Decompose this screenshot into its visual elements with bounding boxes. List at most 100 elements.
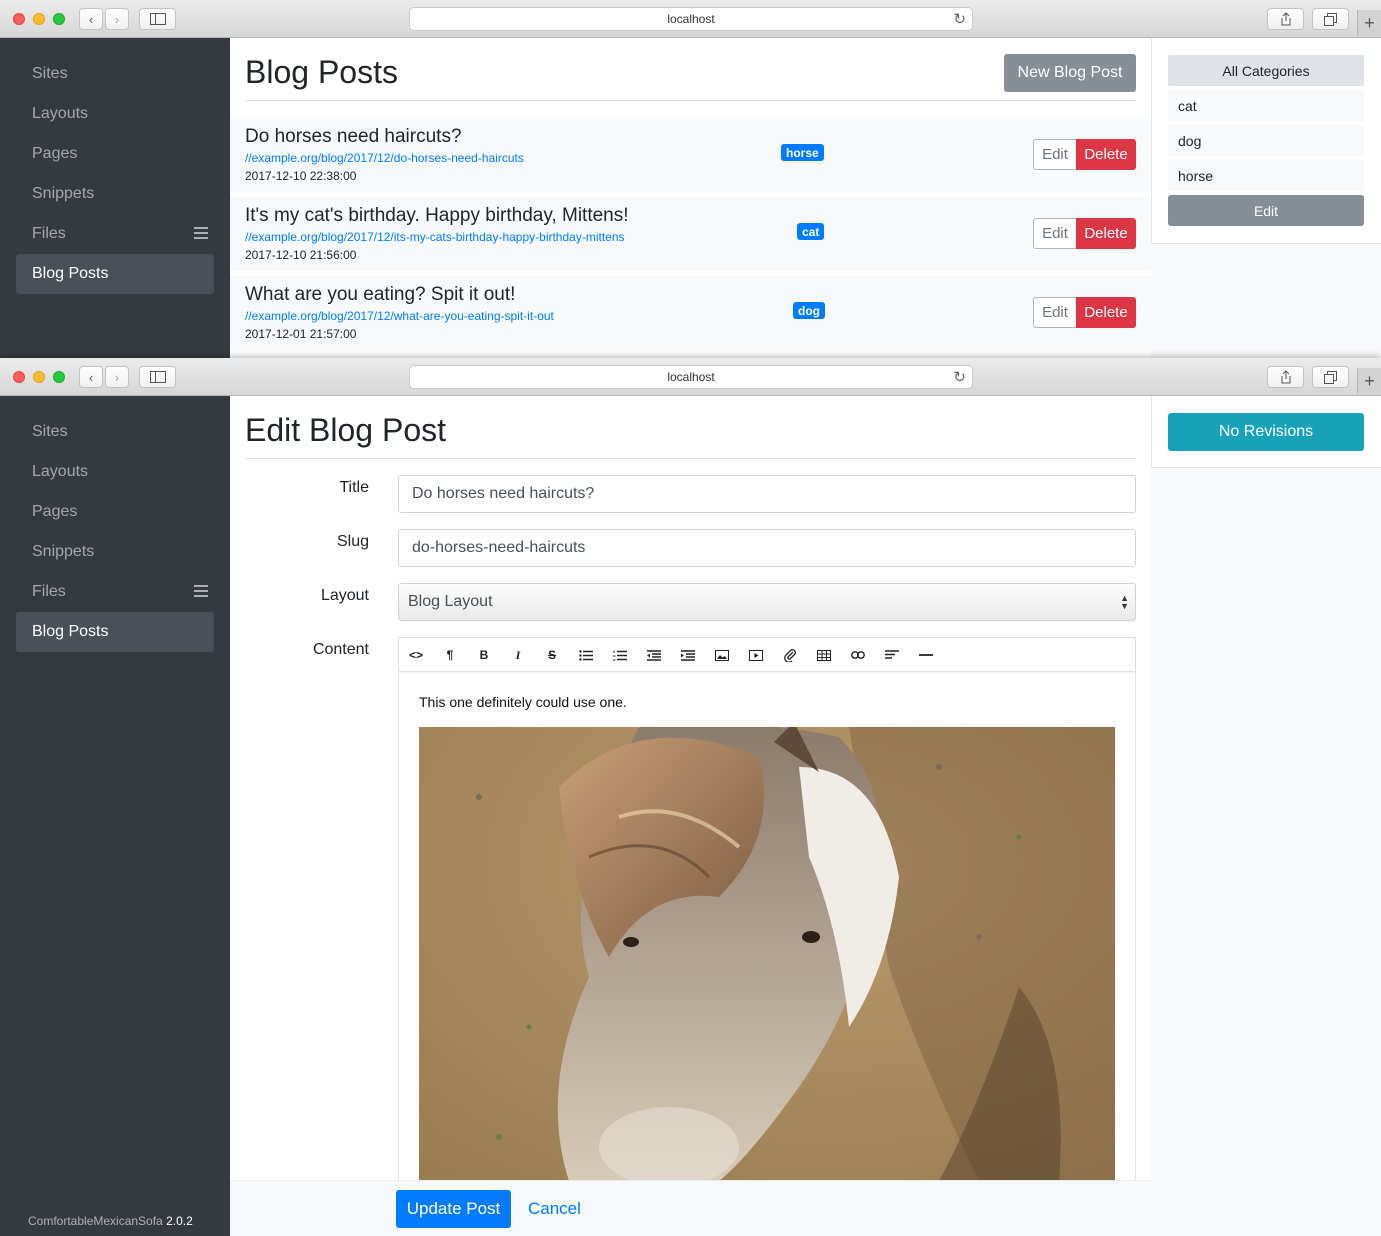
sidebar-toggle-button[interactable]	[139, 8, 176, 30]
sidebar-item-sites[interactable]: Sites	[16, 54, 214, 94]
ordered-list-icon[interactable]	[611, 646, 629, 664]
strikethrough-icon[interactable]: S	[543, 646, 561, 664]
address-bar[interactable]: localhost ↻	[409, 7, 973, 31]
sidebar-item-snippets[interactable]: Snippets	[16, 532, 214, 572]
sidebar-item-files[interactable]: Files	[16, 572, 214, 612]
new-tab-button[interactable]: +	[1357, 368, 1381, 394]
share-button[interactable]	[1267, 8, 1304, 30]
tabs-overview-button[interactable]	[1312, 8, 1349, 30]
sidebar-item-snippets[interactable]: Snippets	[16, 174, 214, 214]
title-input[interactable]: Do horses need haircuts?	[398, 475, 1136, 513]
sidebar-item-layouts[interactable]: Layouts	[16, 94, 214, 134]
new-blog-post-button[interactable]: New Blog Post	[1004, 54, 1136, 92]
sidebar-icon	[149, 371, 166, 383]
sidebar-item-label: Blog Posts	[32, 265, 109, 282]
sidebar-item-label: Files	[32, 583, 66, 600]
sidebar-item-blog-posts[interactable]: Blog Posts	[16, 612, 214, 652]
unordered-list-icon[interactable]	[577, 646, 595, 664]
post-url-link[interactable]: //example.org/blog/2017/12/what-are-you-…	[245, 309, 554, 323]
video-icon[interactable]	[747, 646, 765, 664]
app-version: 2.0.2	[166, 1214, 193, 1228]
sidebar-item-pages[interactable]: Pages	[16, 134, 214, 174]
sidebar-item-label: Pages	[32, 145, 78, 162]
revisions-box: No Revisions	[1151, 396, 1381, 468]
zoom-window-button[interactable]	[53, 371, 65, 383]
indent-icon[interactable]	[679, 646, 697, 664]
reload-icon[interactable]: ↻	[953, 10, 966, 28]
tabs-overview-button[interactable]	[1312, 366, 1349, 388]
zoom-window-button[interactable]	[53, 13, 65, 25]
divider	[245, 100, 1136, 101]
browser-toolbar: ‹ › localhost ↻ +	[0, 358, 1381, 396]
edit-button[interactable]: Edit	[1033, 218, 1076, 249]
image-icon[interactable]	[713, 646, 731, 664]
new-tab-button[interactable]: +	[1357, 10, 1381, 36]
delete-button[interactable]: Delete	[1076, 297, 1136, 328]
outdent-icon[interactable]	[645, 646, 663, 664]
file-link-icon[interactable]	[781, 646, 799, 664]
share-icon	[1281, 370, 1290, 384]
cancel-link[interactable]: Cancel	[528, 1199, 581, 1219]
sidebar-item-pages[interactable]: Pages	[16, 492, 214, 532]
chevron-left-icon: ‹	[88, 11, 94, 27]
post-url-link[interactable]: //example.org/blog/2017/12/its-my-cats-b…	[245, 230, 625, 244]
bold-icon[interactable]: B	[475, 646, 493, 664]
link-icon[interactable]	[849, 646, 867, 664]
table-icon[interactable]	[815, 646, 833, 664]
main-content: Edit Blog Post Title Do horses need hair…	[230, 396, 1151, 1236]
back-button[interactable]: ‹	[79, 366, 103, 388]
chevron-right-icon: ›	[114, 369, 120, 385]
horizontal-rule-icon[interactable]	[917, 646, 935, 664]
category-item-cat[interactable]: cat	[1168, 90, 1364, 121]
content-label: Content	[312, 641, 369, 658]
slug-input[interactable]: do-horses-need-haircuts	[398, 529, 1136, 567]
sidebar-item-files[interactable]: Files	[16, 214, 214, 254]
update-post-button[interactable]: Update Post	[396, 1190, 511, 1228]
horse-photo	[419, 727, 1115, 1181]
menu-icon[interactable]	[194, 227, 208, 239]
forward-button[interactable]: ›	[105, 8, 129, 30]
align-icon[interactable]	[883, 646, 901, 664]
close-window-button[interactable]	[13, 371, 25, 383]
post-url-link[interactable]: //example.org/blog/2017/12/do-horses-nee…	[245, 151, 524, 165]
sidebar-item-label: Layouts	[32, 463, 89, 480]
address-bar[interactable]: localhost ↻	[409, 365, 973, 389]
sidebar-toggle-button[interactable]	[139, 366, 176, 388]
sidebar-item-label: Layouts	[32, 105, 89, 122]
forward-button[interactable]: ›	[105, 366, 129, 388]
no-revisions-button[interactable]: No Revisions	[1168, 413, 1364, 451]
post-row: What are you eating? Spit it out! //exam…	[230, 276, 1151, 350]
category-badge: cat	[797, 223, 825, 240]
category-item-dog[interactable]: dog	[1168, 125, 1364, 156]
category-item-horse[interactable]: horse	[1168, 160, 1364, 191]
minimize-window-button[interactable]	[33, 13, 45, 25]
post-row: It's my cat's birthday. Happy birthday, …	[230, 197, 1151, 271]
sidebar-item-layouts[interactable]: Layouts	[16, 452, 214, 492]
sidebar-icon	[149, 13, 166, 25]
italic-icon[interactable]: I	[509, 646, 527, 664]
share-icon	[1281, 12, 1290, 26]
edit-button[interactable]: Edit	[1033, 139, 1076, 170]
code-icon[interactable]: <>	[407, 646, 425, 664]
delete-button[interactable]: Delete	[1076, 218, 1136, 249]
delete-button[interactable]: Delete	[1076, 139, 1136, 170]
sidebar-item-label: Blog Posts	[32, 623, 109, 640]
all-categories-item[interactable]: All Categories	[1168, 55, 1364, 86]
share-button[interactable]	[1267, 366, 1304, 388]
category-badge: horse	[781, 144, 824, 161]
menu-icon[interactable]	[194, 585, 208, 597]
reload-icon[interactable]: ↻	[953, 368, 966, 386]
sidebar-item-label: Snippets	[32, 185, 95, 202]
minimize-window-button[interactable]	[33, 371, 45, 383]
edit-categories-button[interactable]: Edit	[1168, 195, 1364, 226]
paragraph-icon[interactable]: ¶	[441, 646, 459, 664]
sidebar-nav: Sites Layouts Pages Snippets Files Blog …	[0, 38, 230, 358]
sidebar-item-sites[interactable]: Sites	[16, 412, 214, 452]
edit-button[interactable]: Edit	[1033, 297, 1076, 328]
layout-select[interactable]: Blog Layout ▲ ▼	[398, 583, 1136, 621]
content-editor[interactable]: <> ¶ B I S This one definitely could use…	[398, 637, 1136, 1236]
sidebar-item-blog-posts[interactable]: Blog Posts	[16, 254, 214, 294]
sidebar-nav: Sites Layouts Pages Snippets Files Blog …	[0, 396, 230, 1236]
back-button[interactable]: ‹	[79, 8, 103, 30]
close-window-button[interactable]	[13, 13, 25, 25]
